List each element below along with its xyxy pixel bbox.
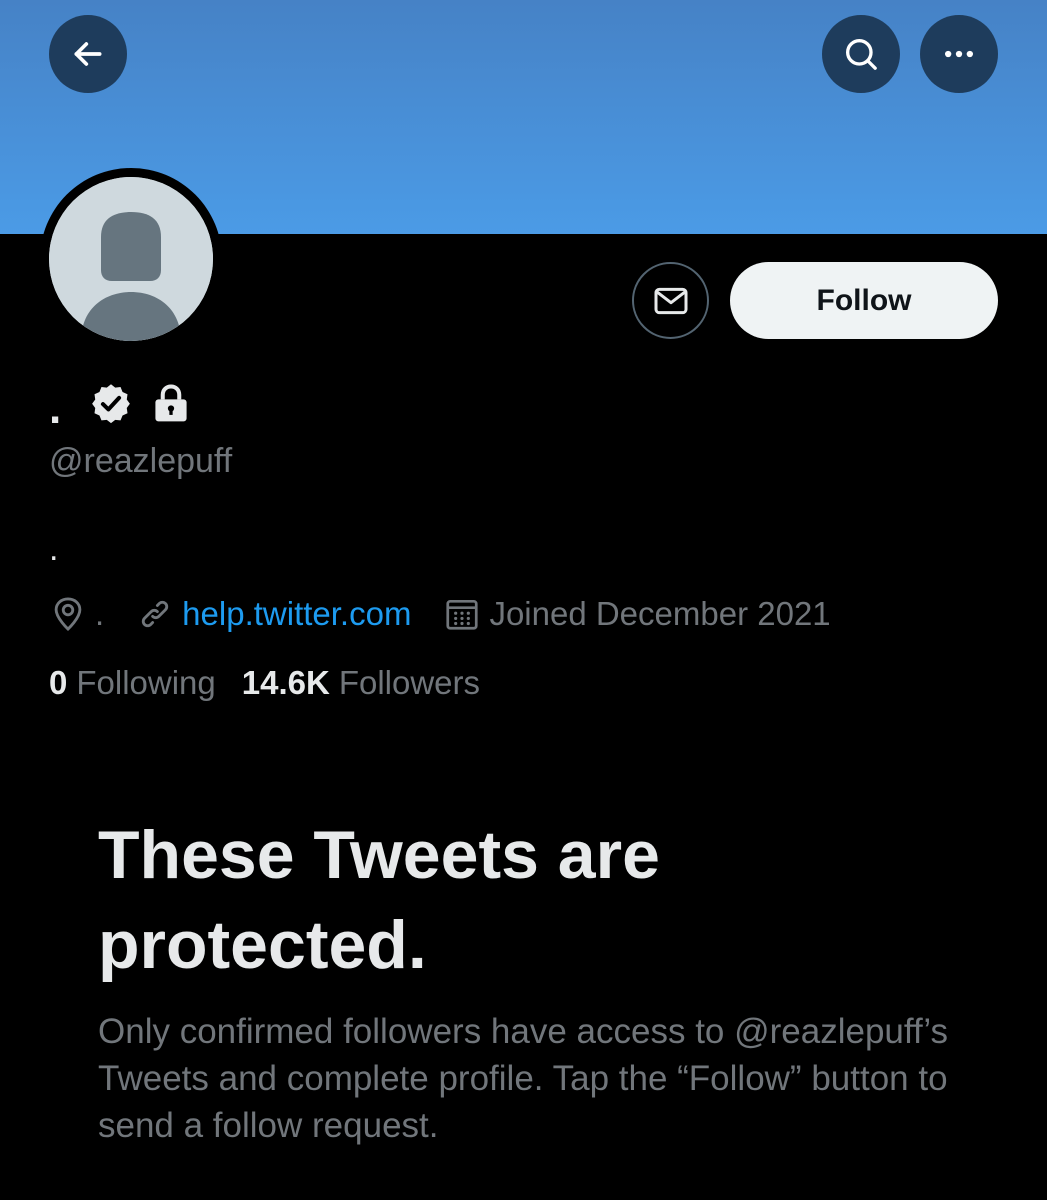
following-count: 0 <box>49 664 68 701</box>
link-icon <box>141 600 169 628</box>
follow-counts: 0 Following 14.6K Followers <box>49 664 506 702</box>
profile-meta: . help.twitter.com Joined December 2021 <box>49 590 863 638</box>
follow-button[interactable]: Follow <box>730 262 998 339</box>
mail-icon <box>654 287 687 314</box>
avatar[interactable] <box>49 177 213 341</box>
followers-label: Followers <box>338 664 481 701</box>
search-icon <box>846 39 877 70</box>
display-name: . <box>49 384 62 433</box>
default-avatar-icon <box>49 177 213 341</box>
more-options-button[interactable] <box>920 15 998 93</box>
message-button[interactable] <box>632 262 709 339</box>
location-pin-icon <box>54 597 82 631</box>
search-button[interactable] <box>822 15 900 93</box>
website-link[interactable]: help.twitter.com <box>182 595 411 633</box>
join-date-text: Joined December 2021 <box>489 595 831 632</box>
website[interactable]: help.twitter.com <box>136 595 411 633</box>
calendar-icon <box>446 599 479 630</box>
following-label: Following <box>76 664 216 701</box>
name-row: . <box>49 378 193 433</box>
verified-badge-icon <box>92 384 131 424</box>
followers-link[interactable]: 14.6K Followers <box>242 664 480 702</box>
arrow-left-icon <box>74 42 102 66</box>
protected-tweets-title: These Tweets are protected. <box>98 817 660 983</box>
location-text: . <box>95 595 105 632</box>
join-date: Joined December 2021 <box>443 595 831 633</box>
protected-tweets-description: Only confirmed followers have access to … <box>98 1012 948 1145</box>
location: . <box>49 595 104 633</box>
back-button[interactable] <box>49 15 127 93</box>
more-horizontal-icon <box>945 50 973 58</box>
profile-handle: @reazlepuff <box>49 442 233 480</box>
following-link[interactable]: 0 Following <box>49 664 216 702</box>
followers-count: 14.6K <box>241 664 330 701</box>
lock-icon <box>155 384 187 422</box>
profile-bio: . <box>49 530 59 568</box>
